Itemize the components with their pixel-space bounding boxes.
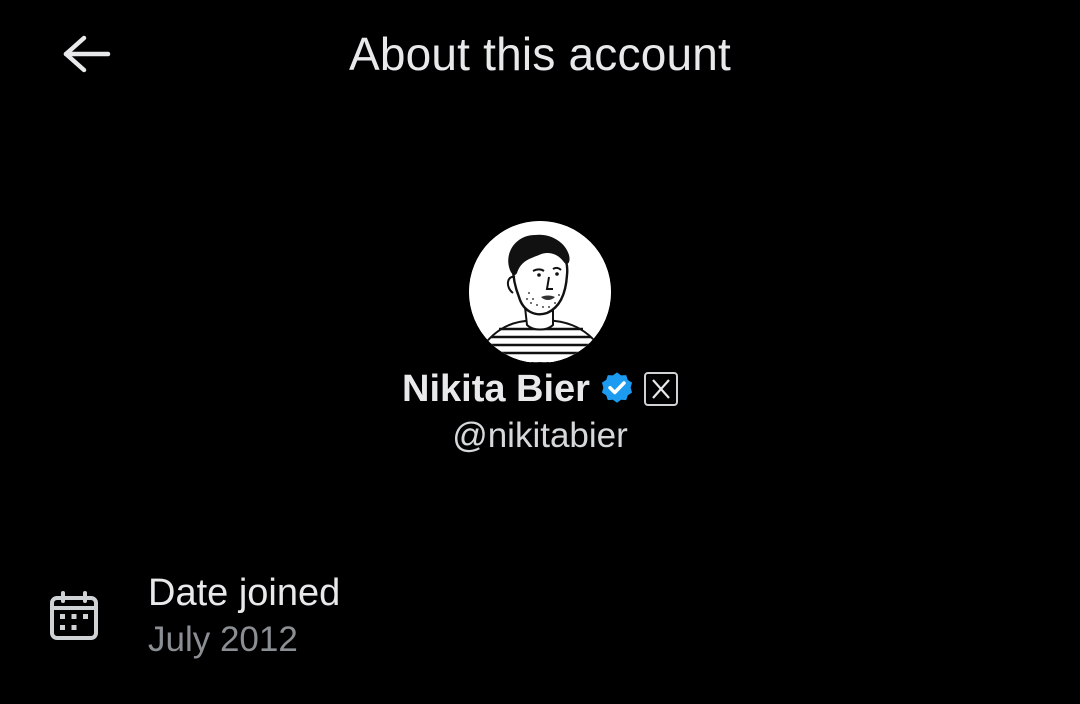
calendar-icon xyxy=(48,590,100,642)
verified-badge-icon[interactable] xyxy=(598,370,636,408)
name-row: Nikita Bier xyxy=(0,364,1080,414)
avatar[interactable] xyxy=(469,221,611,363)
x-logo-icon[interactable] xyxy=(643,372,678,406)
date-joined-row: Date joined July 2012 xyxy=(48,568,648,668)
date-joined-value: July 2012 xyxy=(148,620,298,659)
display-name: Nikita Bier xyxy=(402,368,590,410)
page-title: About this account xyxy=(348,28,732,80)
date-joined-label: Date joined xyxy=(148,572,341,614)
username-handle: @nikitabier xyxy=(452,416,628,455)
